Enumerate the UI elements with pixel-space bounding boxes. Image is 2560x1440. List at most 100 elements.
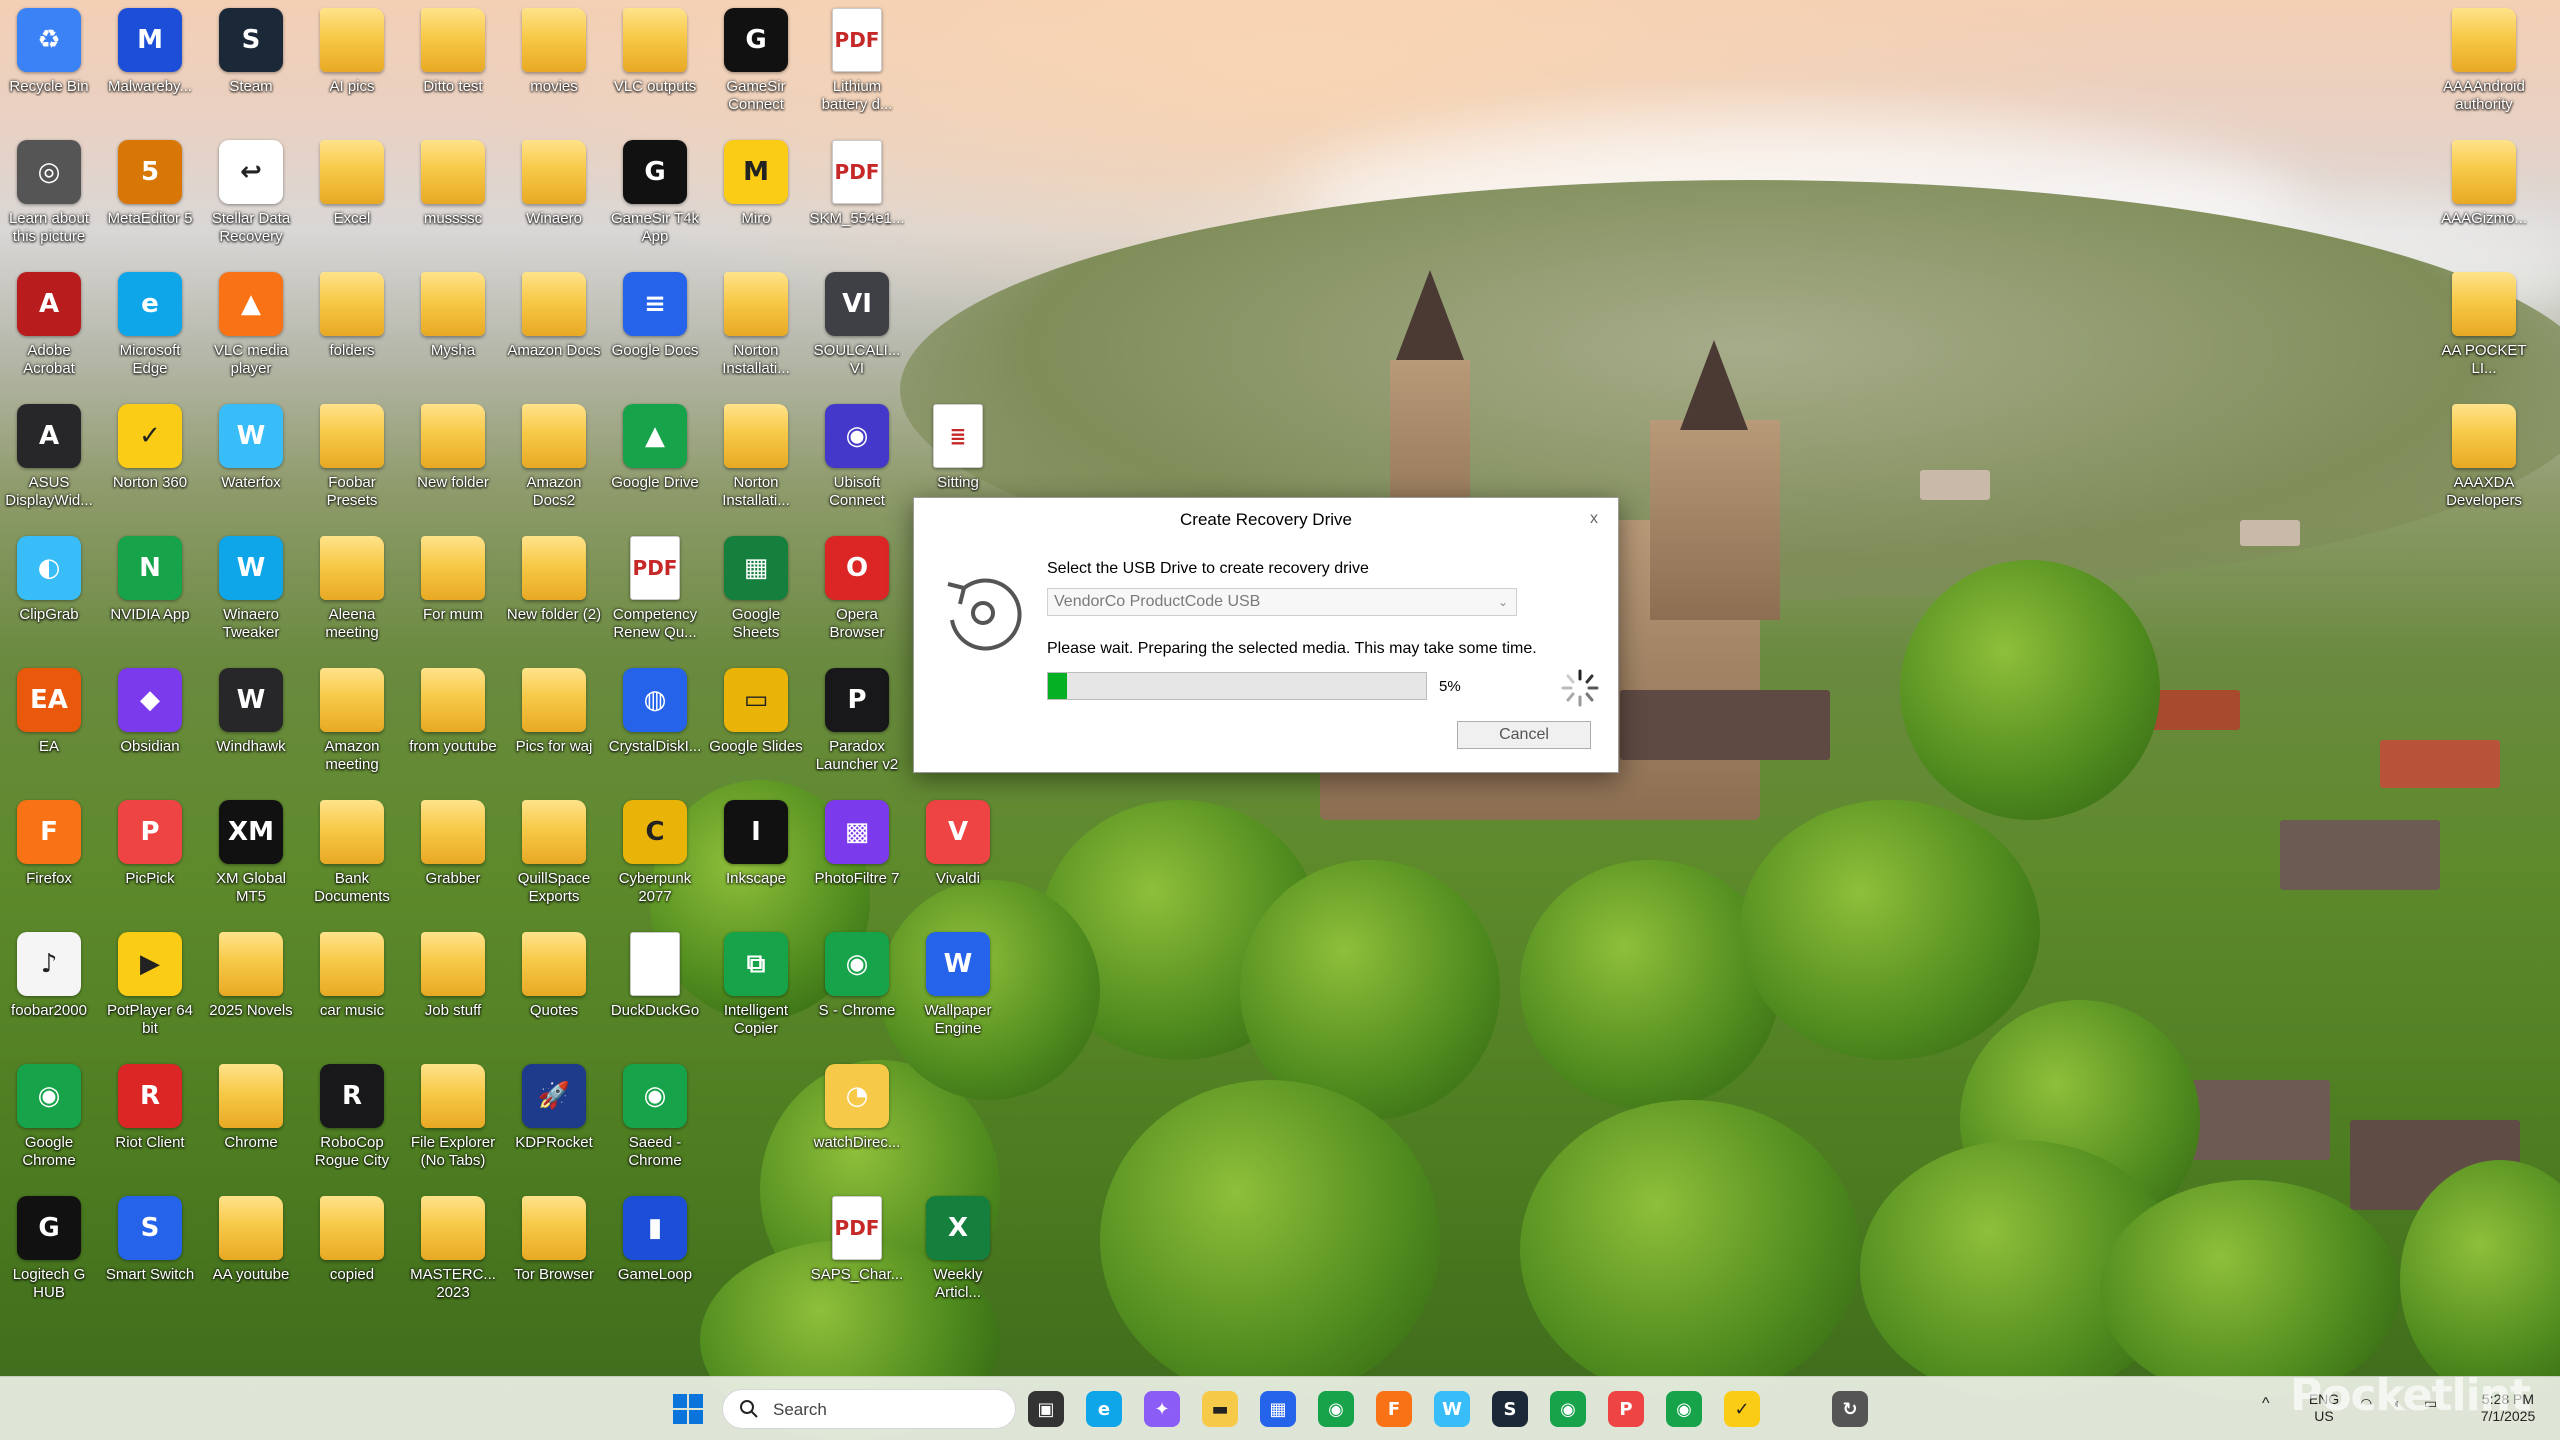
desktop-icon-copied[interactable]: copied <box>304 1190 400 1318</box>
desktop-icon-smart-switch[interactable]: S Smart Switch <box>102 1190 198 1318</box>
steam-icon[interactable]: S <box>1492 1391 1528 1427</box>
desktop-icon-bank-documents[interactable]: Bank Documents <box>304 794 400 922</box>
desktop-icon-s-chrome[interactable]: ◉ S - Chrome <box>809 926 905 1054</box>
cancel-button[interactable]: Cancel <box>1457 721 1591 749</box>
desktop-icon-waterfox[interactable]: W Waterfox <box>203 398 299 526</box>
taskbar-search-box[interactable]: Search <box>722 1389 1016 1429</box>
desktop-icon-foobar2000[interactable]: ♪ foobar2000 <box>1 926 97 1054</box>
desktop-icon-learn-about-this-picture[interactable]: ◎ Learn about this picture <box>1 134 97 262</box>
desktop-icon-amazon-meeting[interactable]: Amazon meeting <box>304 662 400 790</box>
copilot-icon[interactable]: ✦ <box>1144 1391 1180 1427</box>
desktop-icon-new-folder[interactable]: New folder <box>405 398 501 526</box>
desktop-icon-duckduckgo[interactable]: DuckDuckGo <box>607 926 703 1054</box>
windows-start-icon[interactable] <box>672 1393 704 1425</box>
desktop-icon-ubisoft-connect[interactable]: ◉ Ubisoft Connect <box>809 398 905 526</box>
desktop-icon-cyberpunk-2077[interactable]: C Cyberpunk 2077 <box>607 794 703 922</box>
desktop-icon-intelligent-copier[interactable]: ⧉ Intelligent Copier <box>708 926 804 1054</box>
picpick-icon[interactable]: P <box>1608 1391 1644 1427</box>
file-explorer-icon[interactable]: ▬ <box>1202 1391 1238 1427</box>
desktop-icon-recycle-bin[interactable]: ♻ Recycle Bin <box>1 2 97 130</box>
desktop-icon-clipgrab[interactable]: ◐ ClipGrab <box>1 530 97 658</box>
desktop-icon-picpick[interactable]: P PicPick <box>102 794 198 922</box>
desktop-icon-asus-displaywid[interactable]: A ASUS DisplayWid... <box>1 398 97 526</box>
desktop-icon-winaero-tweaker[interactable]: W Winaero Tweaker <box>203 530 299 658</box>
close-button[interactable]: x <box>1580 506 1608 534</box>
desktop-icon-kdprocket[interactable]: 🚀 KDPRocket <box>506 1058 602 1186</box>
desktop-icon-soulcali-vi[interactable]: VI SOULCALI... VI <box>809 266 905 394</box>
desktop-icon-weekly-articl[interactable]: X Weekly Articl... <box>910 1190 1006 1318</box>
desktop-icon-tor-browser[interactable]: Tor Browser <box>506 1190 602 1318</box>
recovery-drive-icon[interactable]: ↻ <box>1832 1391 1868 1427</box>
desktop-icon-norton-360[interactable]: ✓ Norton 360 <box>102 398 198 526</box>
desktop-icon-firefox[interactable]: F Firefox <box>1 794 97 922</box>
desktop-icon-2025-novels[interactable]: 2025 Novels <box>203 926 299 1054</box>
desktop-icon-ai-pics[interactable]: AI pics <box>304 2 400 130</box>
desktop-icon-foobar-presets[interactable]: Foobar Presets <box>304 398 400 526</box>
desktop-icon-winaero[interactable]: Winaero <box>506 134 602 262</box>
desktop-icon-gamesir-t4k-app[interactable]: G GameSir T4k App <box>607 134 703 262</box>
desktop-icon-mussssc[interactable]: mussssc <box>405 134 501 262</box>
desktop-icon-job-stuff[interactable]: Job stuff <box>405 926 501 1054</box>
show-hidden-icons-chevron-icon[interactable]: ^ <box>2262 1395 2270 1412</box>
desktop-icon-google-sheets[interactable]: ▦ Google Sheets <box>708 530 804 658</box>
desktop-icon-saeed-chrome[interactable]: ◉ Saeed - Chrome <box>607 1058 703 1186</box>
desktop-icon-riot-client[interactable]: R Riot Client <box>102 1058 198 1186</box>
desktop-icon-lithium-battery-d[interactable]: PDF Lithium battery d... <box>809 2 905 130</box>
desktop-icon-chrome[interactable]: Chrome <box>203 1058 299 1186</box>
desktop-icon-watchdirec[interactable]: ◔ watchDirec... <box>809 1058 905 1186</box>
desktop-icon-gamesir-connect[interactable]: G GameSir Connect <box>708 2 804 130</box>
desktop-icon-aa-youtube[interactable]: AA youtube <box>203 1190 299 1318</box>
desktop-icon-malwareby[interactable]: M Malwareby... <box>102 2 198 130</box>
desktop-icon-microsoft-edge[interactable]: e Microsoft Edge <box>102 266 198 394</box>
desktop-icon-aaaxda-developers[interactable]: AAAXDA Developers <box>2436 398 2532 526</box>
desktop-icon-vlc-media-player[interactable]: ▲ VLC media player <box>203 266 299 394</box>
desktop-icon-aaagizmo[interactable]: AAAGizmo... <box>2436 134 2532 262</box>
desktop-icon-quotes[interactable]: Quotes <box>506 926 602 1054</box>
desktop-icon-masterc-2023[interactable]: MASTERC... 2023 <box>405 1190 501 1318</box>
desktop-icon-vivaldi[interactable]: V Vivaldi <box>910 794 1006 922</box>
desktop-icon-robocop-rogue-city[interactable]: R RoboCop Rogue City <box>304 1058 400 1186</box>
chrome-icon[interactable]: ◉ <box>1318 1391 1354 1427</box>
desktop-icon-inkscape[interactable]: I Inkscape <box>708 794 804 922</box>
desktop-icon-for-mum[interactable]: For mum <box>405 530 501 658</box>
desktop-icon-stellar-data-recovery[interactable]: ↩ Stellar Data Recovery <box>203 134 299 262</box>
desktop-icon-ditto-test[interactable]: Ditto test <box>405 2 501 130</box>
desktop-icon-skm-554e1[interactable]: PDF SKM_554e1... <box>809 134 905 262</box>
desktop-icon-google-chrome[interactable]: ◉ Google Chrome <box>1 1058 97 1186</box>
desktop-icon-potplayer-64-bit[interactable]: ▶ PotPlayer 64 bit <box>102 926 198 1054</box>
norton-icon[interactable]: ✓ <box>1724 1391 1760 1427</box>
desktop-icon-metaeditor-5[interactable]: 5 MetaEditor 5 <box>102 134 198 262</box>
desktop-icon-google-drive[interactable]: ▲ Google Drive <box>607 398 703 526</box>
desktop-icon-photofiltre-7[interactable]: ▩ PhotoFiltre 7 <box>809 794 905 922</box>
desktop-icon-logitech-g-hub[interactable]: G Logitech G HUB <box>1 1190 97 1318</box>
desktop-icon-file-explorer-no-tabs[interactable]: File Explorer (No Tabs) <box>405 1058 501 1186</box>
task-view-icon[interactable]: ▣ <box>1028 1391 1064 1427</box>
desktop-icon-vlc-outputs[interactable]: VLC outputs <box>607 2 703 130</box>
desktop-icon-adobe-acrobat[interactable]: A Adobe Acrobat <box>1 266 97 394</box>
desktop-icon-opera-browser[interactable]: O Opera Browser <box>809 530 905 658</box>
desktop-icon-gameloop[interactable]: ▮ GameLoop <box>607 1190 703 1318</box>
desktop-icon-aa-pocket-li[interactable]: AA POCKET LI... <box>2436 266 2532 394</box>
desktop-icon-xm-global-mt5[interactable]: XM XM Global MT5 <box>203 794 299 922</box>
chrome-profile-icon[interactable]: ◉ <box>1550 1391 1586 1427</box>
desktop-icon-movies[interactable]: movies <box>506 2 602 130</box>
desktop-icon-aleena-meeting[interactable]: Aleena meeting <box>304 530 400 658</box>
desktop-icon-quillspace-exports[interactable]: QuillSpace Exports <box>506 794 602 922</box>
desktop-icon-excel[interactable]: Excel <box>304 134 400 262</box>
firefox-icon[interactable]: F <box>1376 1391 1412 1427</box>
desktop-icon-miro[interactable]: M Miro <box>708 134 804 262</box>
desktop-icon-google-slides[interactable]: ▭ Google Slides <box>708 662 804 790</box>
desktop-icon-google-docs[interactable]: ≡ Google Docs <box>607 266 703 394</box>
waterfox-icon[interactable]: W <box>1434 1391 1470 1427</box>
desktop-icon-saps-char[interactable]: PDF SAPS_Char... <box>809 1190 905 1318</box>
desktop-icon-windhawk[interactable]: W Windhawk <box>203 662 299 790</box>
microsoft-store-icon[interactable]: ▦ <box>1260 1391 1296 1427</box>
desktop-icon-paradox-launcher-v2[interactable]: P Paradox Launcher v2 <box>809 662 905 790</box>
desktop-icon-crystaldiski[interactable]: ◍ CrystalDiskI... <box>607 662 703 790</box>
desktop-icon-amazon-docs2[interactable]: Amazon Docs2 <box>506 398 602 526</box>
desktop-icon-aaaandroid-authority[interactable]: AAAAndroid authority <box>2436 2 2532 130</box>
desktop-icon-nvidia-app[interactable]: N NVIDIA App <box>102 530 198 658</box>
desktop-icon-competency-renew-qu[interactable]: PDF Competency Renew Qu... <box>607 530 703 658</box>
desktop-icon-amazon-docs[interactable]: Amazon Docs <box>506 266 602 394</box>
desktop-icon-norton-installati[interactable]: Norton Installati... <box>708 266 804 394</box>
